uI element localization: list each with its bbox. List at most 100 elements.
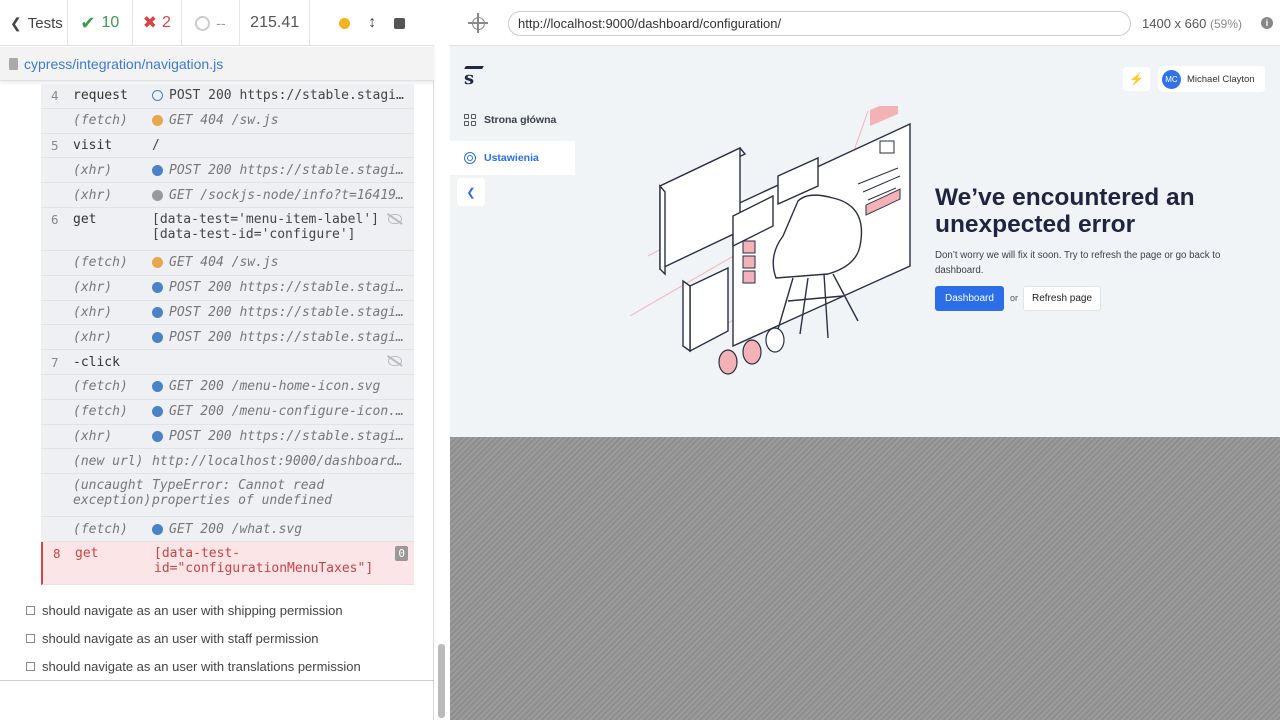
command-message-text: POST 200 https://stable.staging.saleor.c… [169,304,406,320]
command-message-text: TypeError: Cannot read properties of und… [152,478,333,509]
command-message: POST 200 https://stable.staging.saleor.c… [152,280,414,295]
status-indicator-icon [152,189,163,201]
reporter-header: ❮ Tests ✔ 10 ✖ 2 -- 215.41 ↕ [0,0,434,46]
file-icon [9,57,18,70]
sidebar-item-label: Ustawienia [484,152,539,164]
run-controls: ↕ [310,0,434,46]
command-message-text: POST 200 https://stable.staging.saleor.c… [169,329,406,345]
failed-stat: ✖ 2 [133,0,182,46]
command-name: visit [73,137,113,153]
command-message: POST 200 https://stable.staging.saleor.c… [152,163,414,178]
test-title: should navigate as an user with staff pe… [42,631,319,646]
command-message-text: POST 200 https://stable.staging.saleor.c… [169,280,406,296]
command-row[interactable]: 4 request POST 200 https://stable.staging.… [41,84,414,109]
command-row[interactable]: 5 visit / [41,133,414,159]
pending-count: -- [216,15,226,31]
command-row-failed[interactable]: 8 get [data-test-id="configurationMenuTaxe… [41,541,414,585]
passed-stat: ✔ 10 [68,0,133,46]
command-row[interactable]: (xhr) GET /sockjs-node/info?t=1641984... [41,183,414,208]
test-item-staff[interactable]: should navigate as an user with staff pe… [26,631,319,646]
command-row[interactable]: (xhr) POST 200 https://stable.staging.sal… [41,158,414,184]
saleor-logo[interactable]: s [464,68,474,89]
failed-count: 2 [161,14,171,31]
x-icon: ✖ [142,13,157,32]
test-item-translations[interactable]: should navigate as an user with translat… [26,659,361,674]
command-message-text: GET 200 /menu-configure-icon.svg [169,404,406,420]
collapse-sidebar-button[interactable]: ❮ [457,178,485,206]
command-name: (xhr) [73,428,113,444]
aut-background [450,437,1280,720]
command-message: GET 200 /menu-home-icon.svg [152,379,414,394]
status-indicator-icon [152,90,163,102]
sidebar-item-home[interactable]: Strona główna [450,103,575,137]
selector-playground-icon[interactable] [468,13,488,33]
command-row[interactable]: (xhr) POST 200 https://stable.staging.sal… [41,325,414,351]
app-preview: s ⚡ MC Michael Clayton Strona główna Ust… [450,46,1280,437]
error-title: We’ve encountered an unexpected error [935,184,1195,238]
url-field[interactable]: http://localhost:9000/dashboard/configur… [508,11,1131,36]
command-row[interactable]: (xhr) POST 200 https://stable.staging.sal… [41,300,414,326]
dashboard-button[interactable]: Dashboard [935,286,1004,311]
command-message-text: [data-test-id="configurationMenuTaxes"] [154,545,374,576]
command-row[interactable]: (xhr) POST 200 https://stable.staging.sal… [41,424,414,450]
command-name: (xhr) [73,187,113,203]
command-message-text: GET 200 /menu-home-icon.svg [169,379,381,395]
reporter-scrollbar[interactable] [438,644,445,718]
command-row[interactable]: 7 -click [41,350,414,375]
command-message-text: POST 200 https://stable.staging.saleor.c… [169,428,406,444]
status-indicator-icon [152,282,163,294]
info-icon[interactable]: i [1261,17,1273,29]
command-message: GET 404 /sw.js [152,255,414,270]
auto-scroll-icon[interactable]: ↕ [368,14,376,32]
command-row[interactable]: (fetch) GET 404 /sw.js [41,250,414,276]
command-name: (fetch) [73,379,128,395]
passed-count: 10 [101,14,120,31]
command-number: 5 [51,137,59,153]
command-name: (xhr) [73,162,113,178]
or-label: or [1010,293,1019,303]
viewport-scale: (59%) [1209,17,1242,31]
command-row[interactable]: (uncaught exception) TypeError: Cannot re… [41,474,414,518]
command-message-text: http://localhost:9000/dashboard/configur… [152,453,406,469]
command-row[interactable]: (fetch) GET 200 /menu-home-icon.svg [41,374,414,400]
command-message: [data-test-id="configurationMenuTaxes"] [154,546,414,576]
command-row[interactable]: (fetch) GET 200 /menu-configure-icon.svg [41,399,414,425]
command-number: 6 [51,211,59,227]
sidebar-item-settings[interactable]: Ustawienia [450,141,575,175]
command-name: (fetch) [73,255,128,271]
element-count-badge: 0 [395,545,408,561]
command-name: get [75,545,99,561]
command-row[interactable]: (fetch) GET 200 /what.svg [41,517,414,542]
user-menu[interactable]: MC Michael Clayton [1158,66,1265,92]
command-row[interactable]: 6 get [data-test='menu-item-label'] [data-… [41,207,414,251]
command-message: http://localhost:9000/dashboard/configur… [152,454,414,469]
refresh-page-button[interactable]: Refresh page [1023,286,1102,311]
stop-icon[interactable] [394,17,406,29]
bolt-icon[interactable]: ⚡ [1123,67,1150,91]
command-message-text: / [152,137,160,153]
test-title: should navigate as an user with translat… [42,659,361,674]
status-indicator-icon [152,331,163,343]
check-icon: ✔ [80,12,96,33]
spec-path-link[interactable]: cypress/integration/navigation.js [24,56,223,72]
spec-path-bar: cypress/integration/navigation.js [0,47,434,81]
command-row[interactable]: (new url) http://localhost:9000/dashboard… [41,449,414,475]
command-message-text: GET /sockjs-node/info?t=1641984... [169,187,406,203]
status-indicator-icon [152,164,163,176]
eye-off-icon [388,356,402,367]
tests-button[interactable]: ❮ Tests [0,0,68,46]
status-indicator-icon [152,381,163,393]
command-number: 8 [53,545,61,561]
pending-stat: -- [182,0,240,46]
test-title: should navigate as an user with shipping… [42,603,343,618]
command-message: POST 200 https://stable.staging.saleor.c… [152,429,414,444]
command-row[interactable]: (xhr) POST 200 https://stable.staging.sal… [41,275,414,301]
chevron-left-icon: ❮ [10,14,22,31]
test-item-shipping[interactable]: should navigate as an user with shipping… [26,603,343,618]
status-indicator-icon [152,523,163,535]
test-status-icon [26,634,35,643]
command-name: (uncaught exception) [73,478,152,509]
spinner-icon [195,15,211,31]
command-name: (fetch) [73,404,128,420]
command-row[interactable]: (fetch) GET 404 /sw.js [41,108,414,134]
